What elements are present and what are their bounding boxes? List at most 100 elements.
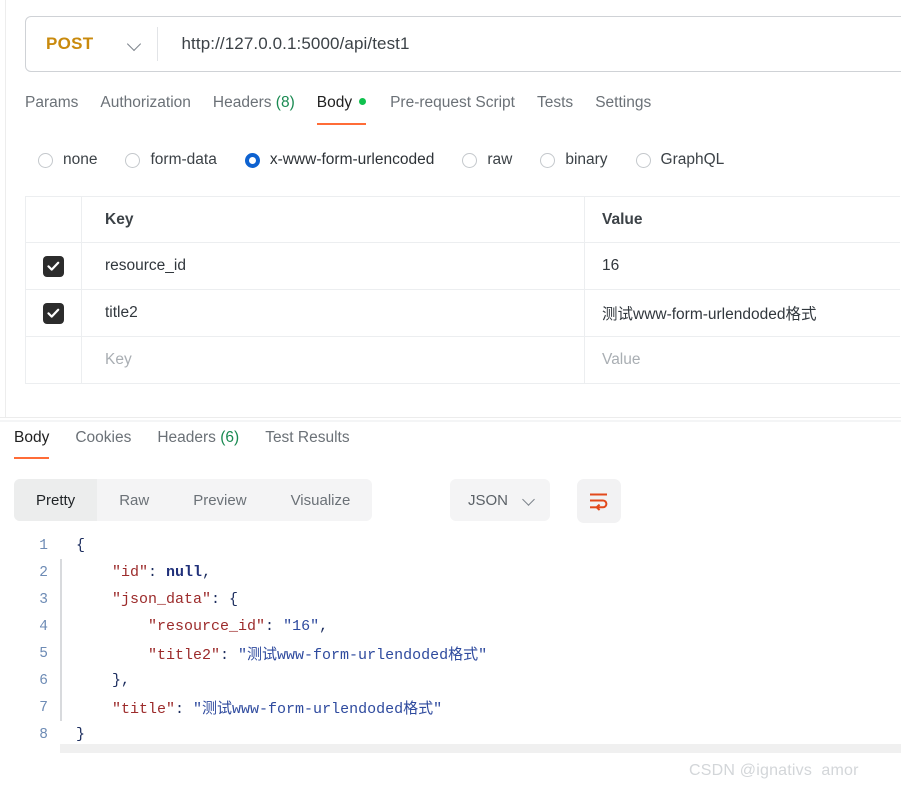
response-tabs: Body Cookies Headers (6) Test Results (14, 429, 376, 459)
empty-value-cell[interactable]: Value (585, 337, 900, 383)
request-tab-label: Headers (212, 94, 272, 111)
format-button-raw[interactable]: Raw (97, 479, 171, 521)
empty-checkbox-cell[interactable] (26, 337, 82, 383)
request-tab-label: Settings (595, 94, 652, 111)
row-checkbox-cell[interactable] (26, 243, 82, 289)
code-text: }, (112, 672, 131, 689)
body-type-radio-none[interactable]: none (38, 151, 97, 169)
code-text: { (76, 537, 86, 554)
row-checkbox-cell[interactable] (26, 290, 82, 336)
empty-key-placeholder: Key (105, 351, 132, 368)
body-type-radio-form-data[interactable]: form-data (125, 151, 217, 169)
body-type-label: GraphQL (660, 151, 725, 168)
line-number: 6 (39, 672, 48, 689)
format-button-pretty[interactable]: Pretty (14, 479, 98, 521)
code-line: 7 "title": "测试www-form-urlendoded格式" (14, 694, 901, 721)
response-tab-test-results[interactable]: Test Results (265, 429, 375, 459)
request-tab-authorization[interactable]: Authorization (100, 94, 212, 125)
code-line: 3 "json_data": { (14, 586, 901, 613)
body-type-label: x-www-form-urlencoded (269, 151, 435, 168)
line-number: 7 (39, 699, 48, 716)
radio-circle-icon (540, 152, 556, 168)
header-value-cell: Value (585, 197, 900, 242)
chevron-down-icon (128, 38, 141, 51)
body-type-radio-raw[interactable]: raw (462, 151, 512, 169)
checkbox-checked-icon[interactable] (43, 302, 64, 324)
code-text: } (76, 726, 86, 743)
code-line: 1{ (14, 532, 901, 559)
chevron-down-icon (523, 494, 535, 506)
request-tab-count: (8) (271, 94, 295, 111)
body-type-radio-binary[interactable]: binary (540, 151, 608, 169)
code-text: "title2": "测试www-form-urlendoded格式" (148, 647, 488, 664)
response-tab-headers[interactable]: Headers (6) (157, 429, 265, 459)
request-tab-params[interactable]: Params (25, 94, 100, 125)
request-tab-headers[interactable]: Headers (8) (213, 94, 317, 125)
empty-value-placeholder: Value (602, 351, 641, 368)
body-type-radio-x-www-form-urlencoded[interactable]: x-www-form-urlencoded (244, 151, 435, 169)
postman-window: POST http://127.0.0.1:5000/api/test1 Par… (0, 0, 901, 795)
radio-circle-icon (462, 152, 478, 168)
response-tab-body[interactable]: Body (14, 429, 75, 459)
code-line: 6 }, (14, 667, 901, 694)
url-bar: POST http://127.0.0.1:5000/api/test1 (25, 16, 901, 72)
format-button-visualize[interactable]: Visualize (269, 479, 373, 521)
panel-divider (0, 417, 901, 418)
response-tab-count: (6) (215, 429, 240, 446)
request-tab-tests[interactable]: Tests (537, 94, 595, 125)
response-tab-label: Headers (157, 429, 216, 446)
code-line: 2 "id": null, (14, 559, 901, 586)
request-tab-pre-request-script[interactable]: Pre-request Script (390, 94, 537, 125)
response-tab-cookies[interactable]: Cookies (75, 429, 157, 459)
row-value-cell[interactable]: 测试www-form-urlendoded格式 (585, 290, 900, 336)
method-label: POST (46, 34, 94, 53)
radio-circle-icon (244, 152, 260, 168)
code-line: 4 "resource_id": "16", (14, 613, 901, 640)
word-wrap-button[interactable] (577, 479, 621, 523)
radio-circle-icon (635, 152, 651, 168)
row-key-text: title2 (105, 304, 138, 321)
response-body-code[interactable]: 1{2 "id": null, 3 "json_data": {4 "resour… (14, 532, 901, 747)
active-tab-underline (316, 122, 367, 125)
request-tab-settings[interactable]: Settings (595, 94, 673, 125)
request-tabs: Params Authorization Headers (8) Body Pre-re… (25, 94, 673, 125)
format-button-preview[interactable]: Preview (171, 479, 268, 521)
response-language-label: JSON (468, 491, 509, 509)
radio-circle-icon (125, 152, 141, 168)
body-type-label: form-data (150, 151, 217, 168)
body-type-label: raw (487, 151, 513, 168)
row-value-text: 测试www-form-urlendoded格式 (602, 306, 817, 323)
row-value-cell[interactable]: 16 (585, 243, 900, 289)
request-tab-label: Body (316, 94, 353, 111)
response-tab-label: Body (14, 429, 50, 446)
request-tab-body[interactable]: Body (316, 94, 390, 125)
request-tab-label: Params (25, 94, 79, 111)
row-key-cell[interactable]: resource_id (82, 243, 585, 289)
line-number: 3 (39, 591, 48, 608)
request-tab-label: Authorization (100, 94, 191, 111)
code-line: 5 "title2": "测试www-form-urlendoded格式" (14, 640, 901, 667)
url-input[interactable]: http://127.0.0.1:5000/api/test1 (158, 34, 410, 54)
header-value-label: Value (602, 210, 643, 228)
table-row: resource_id 16 (26, 243, 900, 290)
row-value-text: 16 (602, 257, 620, 274)
line-number: 4 (39, 618, 48, 635)
method-selector[interactable]: POST (26, 17, 157, 71)
response-tab-label: Cookies (75, 429, 132, 446)
body-type-label: none (63, 151, 98, 168)
checkbox-checked-icon[interactable] (43, 255, 64, 277)
active-tab-underline (14, 456, 50, 459)
watermark: CSDN @ignativs amor (689, 762, 859, 779)
row-key-cell[interactable]: title2 (82, 290, 585, 336)
empty-key-cell[interactable]: Key (82, 337, 585, 383)
left-rail-divider (5, 0, 6, 418)
line-number: 8 (39, 726, 48, 743)
body-type-radio-GraphQL[interactable]: GraphQL (635, 151, 725, 169)
request-tab-label: Tests (537, 94, 574, 111)
form-params-table: Key Value resource_id 16 title2 测试www-form-ur… (25, 196, 900, 384)
response-language-dropdown[interactable]: JSON (450, 479, 551, 521)
table-header-row: Key Value (26, 197, 900, 243)
code-bottom-band (60, 744, 901, 753)
response-format-group: Pretty Raw Preview Visualize (14, 479, 373, 521)
header-key-cell: Key (82, 197, 585, 242)
